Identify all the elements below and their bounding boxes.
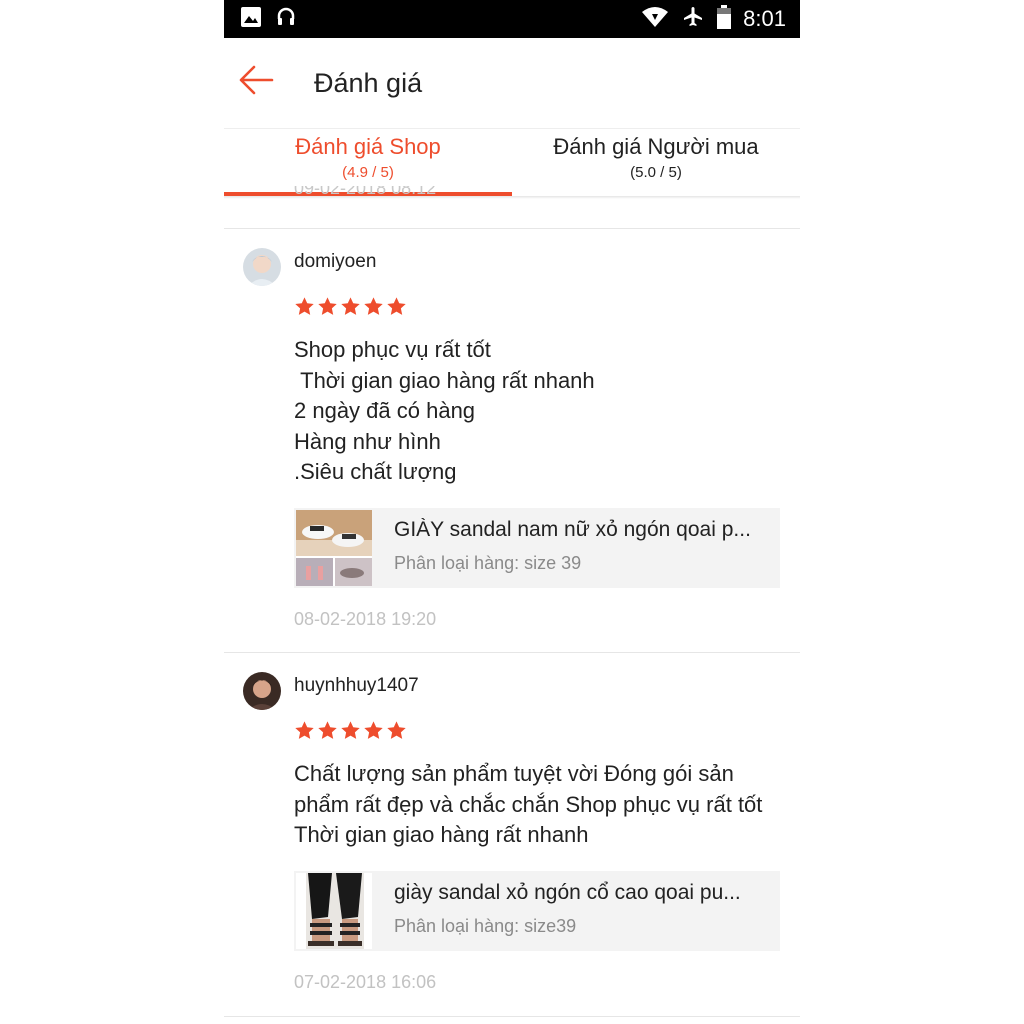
- image-icon: [240, 6, 262, 33]
- star-icon: [341, 721, 360, 739]
- reviewer-username[interactable]: huynhhuy1407: [294, 675, 419, 697]
- star-icon: [295, 721, 314, 739]
- back-button[interactable]: [238, 62, 286, 102]
- star-rating: [294, 296, 407, 317]
- review-date: 09-02-2018 08:12: [294, 186, 437, 198]
- review-comment: Chất lượng sản phẩm tuyệt vời Đóng gói s…: [294, 761, 763, 847]
- tab-buyer-reviews[interactable]: Đánh giá Người mua (5.0 / 5): [512, 129, 800, 193]
- tab-shop-reviews[interactable]: Đánh giá Shop (4.9 / 5): [224, 129, 512, 193]
- reviewer-username[interactable]: domiyoen: [294, 251, 376, 273]
- star-icon: [364, 297, 383, 315]
- star-icon: [295, 297, 314, 315]
- avatar[interactable]: [243, 672, 281, 710]
- review-comment: Shop phục vụ rất tốt Thời gian giao hàng…: [294, 337, 595, 484]
- review-item: domiyoen Shop phục vụ rất tốt Thời gian …: [224, 229, 800, 652]
- airplane-icon: [681, 5, 705, 34]
- product-name: giày sandal xỏ ngón cổ cao qoai pu...: [394, 881, 741, 904]
- app-bar: Đánh giá: [224, 38, 800, 128]
- avatar[interactable]: [243, 248, 281, 286]
- star-icon: [341, 297, 360, 315]
- product-thumbnail: [296, 873, 372, 949]
- clock-time: 8:01: [743, 6, 786, 31]
- star-icon: [364, 721, 383, 739]
- phone-screen: 8:01 Đánh giá Đánh giá Shop (4.9 / 5) Đá…: [224, 0, 800, 1024]
- battery-icon: [717, 4, 732, 34]
- headset-icon: [276, 7, 296, 32]
- star-icon: [318, 297, 337, 315]
- star-icon: [387, 297, 406, 315]
- review-item: huynhhuy1407 Chất lượng sản phẩm tuyệt v…: [224, 653, 800, 1016]
- product-name: GIÀY sandal nam nữ xỏ ngón qoai p...: [394, 518, 751, 541]
- purchased-product-card[interactable]: GIÀY sandal nam nữ xỏ ngón qoai p... Phâ…: [294, 508, 780, 588]
- star-rating: [294, 720, 407, 741]
- arrow-left-icon: [238, 65, 274, 102]
- product-variant: Phân loại hàng: size39: [394, 916, 577, 936]
- tab-label: Đánh giá Shop: [295, 134, 441, 159]
- purchased-product-card[interactable]: giày sandal xỏ ngón cổ cao qoai pu... Ph…: [294, 871, 780, 951]
- product-variant: Phân loại hàng: size 39: [394, 553, 582, 573]
- review-date: 07-02-2018 16:06: [294, 972, 437, 992]
- wifi-icon: [641, 6, 669, 33]
- star-icon: [387, 721, 406, 739]
- review-divider: [224, 1016, 800, 1017]
- tab-rating: (5.0 / 5): [630, 164, 682, 181]
- tab-rating: (4.9 / 5): [342, 164, 394, 181]
- tab-label: Đánh giá Người mua: [553, 134, 759, 159]
- star-icon: [318, 721, 337, 739]
- review-date: 08-02-2018 19:20: [294, 609, 437, 629]
- product-thumbnail: [296, 510, 372, 586]
- status-bar: 8:01: [224, 0, 800, 38]
- page-title: Đánh giá: [314, 68, 423, 98]
